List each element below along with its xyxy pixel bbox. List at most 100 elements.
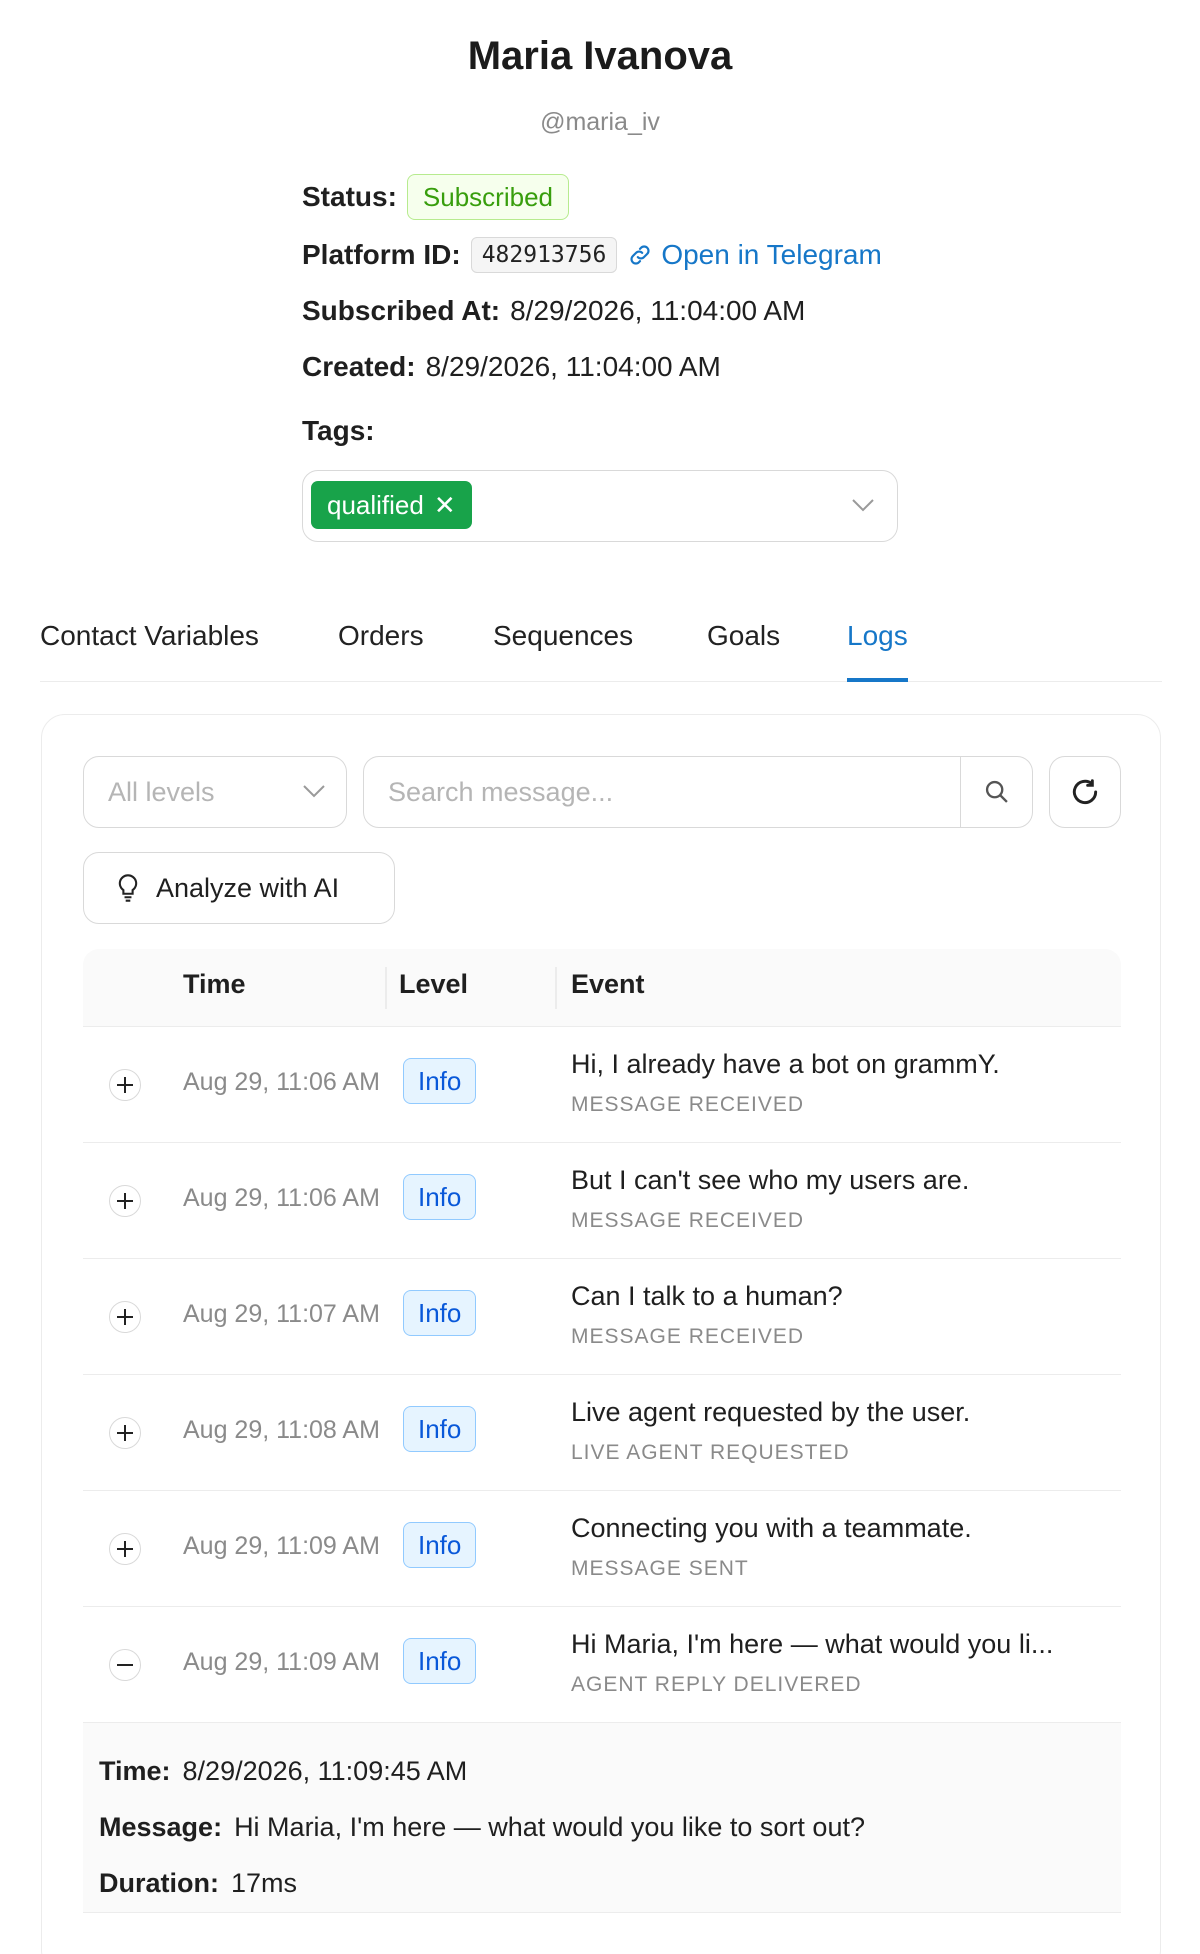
- search-box: Search message...: [363, 756, 1033, 828]
- tab-bar: Contact Variables Orders Sequences Goals…: [40, 612, 1162, 682]
- expand-row-button[interactable]: [109, 1185, 141, 1217]
- tag-label: qualified: [327, 489, 424, 520]
- row-details: Time: 8/29/2026, 11:09:45 AM Message: Hi…: [83, 1723, 1121, 1913]
- detail-time-label: Time:: [99, 1755, 171, 1786]
- search-button[interactable]: [960, 757, 1032, 827]
- plus-icon: [117, 1425, 133, 1441]
- subscribed-at-row: Subscribed At: 8/29/2026, 11:04:00 AM: [302, 286, 805, 336]
- tags-select[interactable]: qualified ✕: [302, 470, 898, 542]
- chevron-down-icon: [852, 499, 874, 512]
- tag-chip: qualified ✕: [311, 481, 472, 529]
- contact-username: @maria_iv: [540, 108, 660, 136]
- table-row: Aug 29, 11:08 AM Info Live agent request…: [83, 1375, 1121, 1491]
- detail-time: Time: 8/29/2026, 11:09:45 AM: [99, 1743, 1105, 1799]
- plus-icon: [117, 1541, 133, 1557]
- detail-duration: Duration: 17ms: [99, 1855, 1105, 1911]
- platform-id-label: Platform ID:: [302, 239, 461, 270]
- plus-icon: [117, 1193, 133, 1209]
- tab-sequences[interactable]: Sequences: [493, 620, 633, 682]
- tags-row: Tags:: [302, 406, 385, 456]
- row-message: Connecting you with a teammate.: [571, 1513, 972, 1543]
- search-icon: [985, 780, 1008, 803]
- analyze-with-ai-label: Analyze with AI: [156, 872, 340, 903]
- row-time: Aug 29, 11:09 AM: [183, 1532, 380, 1560]
- col-level: Level: [399, 969, 469, 999]
- plus-icon: [117, 1077, 133, 1093]
- analyze-with-ai-button[interactable]: Analyze with AI: [83, 852, 395, 924]
- row-time: Aug 29, 11:06 AM: [183, 1068, 380, 1096]
- tab-orders[interactable]: Orders: [338, 620, 424, 682]
- status-row: Status: Subscribed: [302, 172, 569, 222]
- row-event-type: MESSAGE SENT: [571, 1557, 749, 1580]
- subscribed-at-label: Subscribed At:: [302, 295, 501, 326]
- row-message: Hi Maria, I'm here — what would you li..…: [571, 1629, 1054, 1659]
- expand-row-button[interactable]: [109, 1417, 141, 1449]
- refresh-button[interactable]: [1049, 756, 1121, 828]
- table-row: Aug 29, 11:06 AM Info But I can't see wh…: [83, 1143, 1121, 1259]
- expand-row-button[interactable]: [109, 1533, 141, 1565]
- subscribed-at-value: 8/29/2026, 11:04:00 AM: [510, 295, 806, 326]
- row-event-type: MESSAGE RECEIVED: [571, 1093, 805, 1116]
- chevron-down-icon: [303, 785, 325, 798]
- tab-goals[interactable]: Goals: [707, 620, 780, 682]
- table-row: Aug 29, 11:09 AM Info Connecting you wit…: [83, 1491, 1121, 1607]
- row-time: Aug 29, 11:09 AM: [183, 1648, 380, 1676]
- col-time: Time: [183, 969, 246, 999]
- level-badge: Info: [403, 1522, 477, 1568]
- link-icon: [630, 245, 650, 265]
- detail-message: Message: Hi Maria, I'm here — what would…: [99, 1799, 1105, 1855]
- expand-row-button[interactable]: [109, 1069, 141, 1101]
- status-label: Status:: [302, 181, 397, 212]
- platform-id-value: 482913756: [470, 237, 618, 273]
- row-message: Can I talk to a human?: [571, 1281, 843, 1311]
- remove-tag-icon[interactable]: ✕: [434, 490, 456, 521]
- table-row: Aug 29, 11:09 AM Info Hi Maria, I'm here…: [83, 1607, 1121, 1723]
- table-header: Time Level Event: [83, 949, 1121, 1027]
- level-badge: Info: [403, 1290, 477, 1336]
- search-input[interactable]: Search message...: [388, 757, 613, 827]
- row-event-type: MESSAGE RECEIVED: [571, 1209, 805, 1232]
- logs-table: Time Level Event Aug 29, 11:06 AM Info H…: [83, 949, 1121, 1913]
- detail-message-value: Hi Maria, I'm here — what would you like…: [234, 1811, 865, 1842]
- table-row: Aug 29, 11:07 AM Info Can I talk to a hu…: [83, 1259, 1121, 1375]
- platform-id-row: Platform ID: 482913756 Open in Telegram: [302, 230, 882, 280]
- created-row: Created: 8/29/2026, 11:04:00 AM: [302, 342, 721, 392]
- level-badge: Info: [403, 1638, 477, 1684]
- detail-time-value: 8/29/2026, 11:09:45 AM: [182, 1755, 468, 1786]
- level-badge: Info: [403, 1174, 477, 1220]
- open-in-telegram-link[interactable]: Open in Telegram: [627, 239, 882, 271]
- tags-label: Tags:: [302, 415, 375, 446]
- created-value: 8/29/2026, 11:04:00 AM: [425, 351, 721, 382]
- level-badge: Info: [403, 1406, 477, 1452]
- row-message: Live agent requested by the user.: [571, 1397, 971, 1427]
- expand-row-button[interactable]: [109, 1301, 141, 1333]
- row-time: Aug 29, 11:06 AM: [183, 1184, 380, 1212]
- level-filter-placeholder: All levels: [108, 776, 215, 807]
- tab-logs[interactable]: Logs: [847, 620, 908, 682]
- col-event: Event: [571, 969, 645, 999]
- minus-icon: [117, 1664, 133, 1666]
- contact-name: Maria Ivanova: [467, 34, 733, 78]
- created-label: Created:: [302, 351, 416, 382]
- table-row: Aug 29, 11:06 AM Info Hi, I already have…: [83, 1027, 1121, 1143]
- open-in-telegram-label: Open in Telegram: [661, 239, 882, 270]
- row-time: Aug 29, 11:08 AM: [183, 1416, 380, 1444]
- row-message: But I can't see who my users are.: [571, 1165, 970, 1195]
- logs-card: All levels Search message... Analyze wit…: [41, 714, 1161, 1954]
- row-time: Aug 29, 11:07 AM: [183, 1300, 380, 1328]
- bulb-icon: [118, 874, 138, 902]
- refresh-icon: [1072, 779, 1098, 805]
- level-badge: Info: [403, 1058, 477, 1104]
- tab-contact-variables[interactable]: Contact Variables: [40, 620, 259, 682]
- plus-icon: [117, 1309, 133, 1325]
- status-badge: Subscribed: [406, 174, 569, 220]
- detail-duration-label: Duration:: [99, 1867, 219, 1898]
- detail-duration-value: 17ms: [230, 1867, 298, 1898]
- detail-message-label: Message:: [99, 1811, 223, 1842]
- level-filter-select[interactable]: All levels: [83, 756, 347, 828]
- row-event-type: LIVE AGENT REQUESTED: [571, 1441, 850, 1464]
- collapse-row-button[interactable]: [109, 1649, 141, 1681]
- row-event-type: MESSAGE RECEIVED: [571, 1325, 805, 1348]
- row-message: Hi, I already have a bot on grammY.: [571, 1049, 1000, 1079]
- row-event-type: AGENT REPLY DELIVERED: [571, 1673, 862, 1696]
